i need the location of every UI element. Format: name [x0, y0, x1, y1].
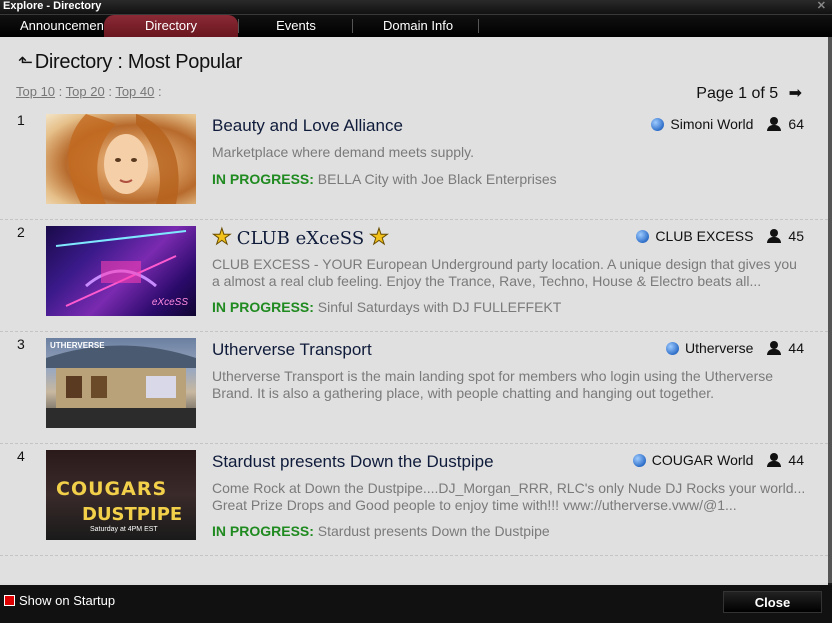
user-icon — [767, 341, 782, 355]
world-name[interactable]: Utherverse — [685, 340, 753, 356]
list-item[interactable]: 1 Beauty and Love Alliance Simoni World … — [0, 108, 828, 220]
top-10-link[interactable]: Top 10 — [16, 84, 55, 99]
user-icon — [767, 453, 782, 467]
in-progress: IN PROGRESS: Stardust presents Down the … — [212, 523, 550, 539]
star-icon: ★ — [212, 224, 233, 250]
thumbnail-image[interactable] — [46, 114, 196, 204]
pager: Page 1 of 5 ➡ — [696, 83, 802, 103]
entry-description: Come Rock at Down the Dustpipe....DJ_Mor… — [212, 480, 806, 513]
user-count: 44 — [788, 340, 804, 356]
checkbox-icon[interactable] — [4, 595, 15, 606]
tab-events[interactable]: Events — [248, 15, 344, 37]
thumbnail-image[interactable]: eXceSS — [46, 226, 196, 316]
window-title: Explore - Directory — [3, 0, 102, 12]
in-progress-text: BELLA City with Joe Black Enterprises — [317, 171, 557, 187]
tab-domain-info[interactable]: Domain Info — [362, 15, 474, 37]
user-count: 45 — [788, 228, 804, 244]
rank: 3 — [17, 336, 25, 352]
star-icon: ★ — [369, 224, 390, 250]
thumbnail-tag: eXceSS — [151, 297, 188, 308]
top-20-link[interactable]: Top 20 — [66, 84, 105, 99]
rank: 4 — [17, 448, 25, 464]
list-item[interactable]: 3 UTHERVERSE Utherverse Transport Utherv… — [0, 332, 828, 444]
user-count: 64 — [788, 116, 804, 132]
rank: 1 — [17, 112, 25, 128]
world-name[interactable]: Simoni World — [670, 116, 753, 132]
entry-title[interactable]: ★ CLUB eXceSS ★ — [212, 224, 390, 250]
rank: 2 — [17, 224, 25, 240]
in-progress-text: Sinful Saturdays with DJ FULLEFFEKT — [317, 299, 562, 315]
entry-title[interactable]: Stardust presents Down the Dustpipe — [212, 452, 494, 472]
thumbnail-image[interactable]: UTHERVERSE — [46, 338, 196, 428]
up-arrow-icon[interactable]: ⬑ — [18, 52, 33, 72]
globe-icon — [636, 229, 650, 243]
entry-description: CLUB EXCESS - YOUR European Underground … — [212, 256, 797, 289]
thumbnail-text: COUGARS — [56, 478, 168, 500]
world-name[interactable]: CLUB EXCESS — [655, 228, 753, 244]
thumbnail-image[interactable]: COUGARS DUSTPIPE Saturday at 4PM EST — [46, 450, 196, 540]
thumbnail-text: Saturday at 4PM EST — [90, 526, 158, 533]
list-item[interactable]: 2 eXceSS ★ CLUB eXceSS ★ CLUB EXCESS 45 … — [0, 220, 828, 332]
world-info: CLUB EXCESS 45 — [636, 228, 804, 244]
entry-title[interactable]: Beauty and Love Alliance — [212, 116, 403, 136]
world-info: Simoni World 64 — [651, 116, 804, 132]
user-icon — [767, 117, 782, 131]
tab-bar: Announcements Directory Events Domain In… — [0, 15, 832, 37]
user-icon — [767, 229, 782, 243]
entry-description: Marketplace where demand meets supply. — [212, 144, 474, 160]
entry-title[interactable]: Utherverse Transport — [212, 340, 372, 360]
in-progress-text: Stardust presents Down the Dustpipe — [317, 523, 550, 539]
list-item[interactable]: 4 COUGARS DUSTPIPE Saturday at 4PM EST S… — [0, 444, 828, 556]
close-icon[interactable]: ✕ — [817, 0, 826, 13]
top-filter-links: Top 10 : Top 20 : Top 40 : — [16, 84, 162, 99]
thumbnail-tag: UTHERVERSE — [50, 341, 105, 350]
user-count: 44 — [788, 452, 804, 468]
close-button[interactable]: Close — [723, 591, 822, 613]
directory-panel: ⬑ Directory : Most Popular Top 10 : Top 2… — [0, 37, 828, 585]
window-titlebar: Explore - Directory ✕ — [0, 0, 832, 14]
in-progress: IN PROGRESS: Sinful Saturdays with DJ FU… — [212, 299, 561, 315]
world-info: Utherverse 44 — [665, 340, 804, 356]
entry-description: Utherverse Transport is the main landing… — [212, 368, 774, 401]
page-title: ⬑ Directory : Most Popular — [18, 51, 243, 73]
next-page-icon[interactable]: ➡ — [789, 83, 802, 103]
footer-bar: Show on Startup Close — [0, 585, 832, 623]
thumbnail-text: DUSTPIPE — [82, 504, 183, 525]
top-40-link[interactable]: Top 40 — [115, 84, 154, 99]
show-on-startup-checkbox[interactable]: Show on Startup — [4, 593, 115, 608]
in-progress-label: IN PROGRESS: — [212, 299, 314, 315]
globe-icon — [651, 117, 665, 131]
show-on-startup-label: Show on Startup — [19, 593, 116, 608]
in-progress: IN PROGRESS: BELLA City with Joe Black E… — [212, 171, 557, 187]
world-name[interactable]: COUGAR World — [652, 452, 754, 468]
in-progress-label: IN PROGRESS: — [212, 523, 314, 539]
world-info: COUGAR World 44 — [632, 452, 804, 468]
tab-announcements[interactable]: Announcements — [0, 15, 104, 37]
page-indicator: Page 1 of 5 — [696, 85, 779, 102]
globe-icon — [632, 453, 646, 467]
globe-icon — [665, 341, 679, 355]
tab-directory[interactable]: Directory — [104, 15, 238, 37]
in-progress-label: IN PROGRESS: — [212, 171, 314, 187]
